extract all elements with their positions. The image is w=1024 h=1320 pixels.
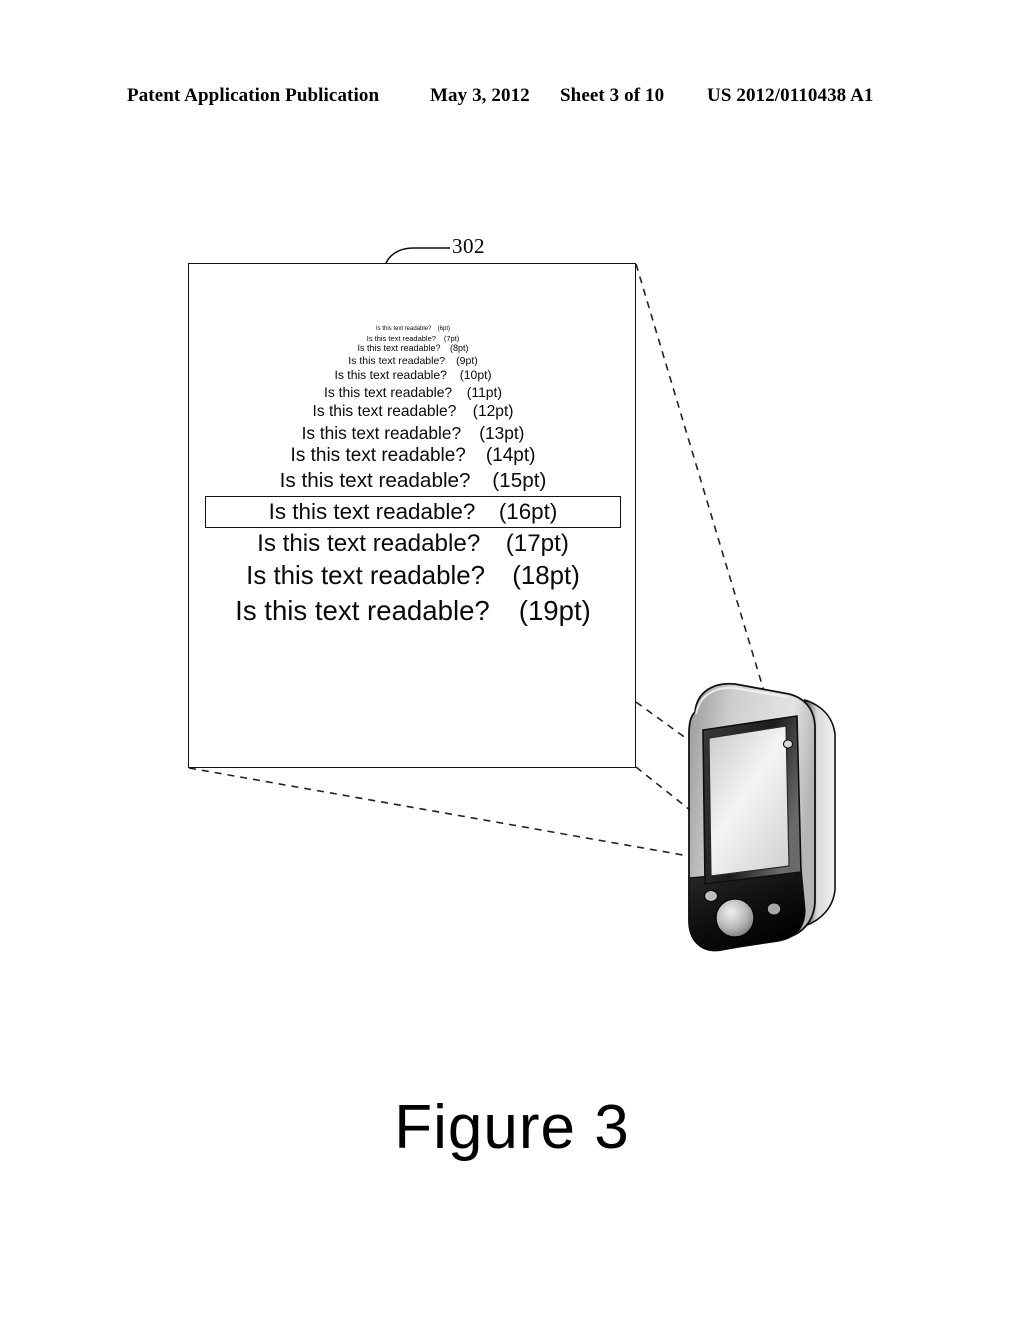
sample-line-selected[interactable]: Is this text readable? (16pt) (205, 495, 621, 529)
sample-line-phrase: Is this text readable? (235, 595, 490, 627)
sample-line-size-label: (14pt) (485, 444, 536, 466)
patent-number: US 2012/0110438 A1 (707, 85, 874, 106)
sample-line-phrase: Is this text readable? (366, 333, 436, 343)
sample-line[interactable]: Is this text readable? (14pt) (289, 444, 538, 468)
sample-line-phrase: Is this text readable? (301, 422, 462, 443)
sample-line-size-label: (9pt) (456, 354, 478, 367)
patent-running-head: Patent Application Publication May 3, 20… (0, 85, 1024, 115)
sample-line[interactable]: Is this text readable? (13pt) (300, 422, 527, 444)
sample-line[interactable]: Is this text readable? (7pt) (365, 334, 462, 344)
sample-line-phrase: Is this text readable? (279, 469, 471, 493)
sample-line-size-label: (13pt) (479, 422, 525, 443)
reference-numeral-302: 302 (452, 234, 485, 258)
sample-line-size-label: (6pt) (437, 326, 450, 332)
sample-line[interactable]: Is this text readable? (15pt) (278, 468, 549, 495)
sample-line-phrase: Is this text readable? (334, 368, 447, 383)
scanned-document-page[interactable]: Is this text readable? (6pt) Is this text … (188, 263, 636, 768)
sample-line[interactable]: Is this text readable? (19pt) (233, 593, 593, 628)
sample-line-size-label: (12pt) (472, 402, 514, 420)
publication-title: Patent Application Publication (127, 85, 380, 106)
sample-line[interactable]: Is this text readable? (9pt) (346, 355, 480, 368)
sample-line-size-label: (16pt) (498, 498, 558, 524)
sample-line-phrase: Is this text readable? (257, 530, 481, 558)
sample-line-size-label: (15pt) (492, 469, 547, 493)
sample-line-phrase: Is this text readable? (357, 343, 441, 354)
device-nav-pad (715, 898, 755, 938)
sample-line-size-label: (8pt) (449, 343, 469, 354)
sample-line[interactable]: Is this text readable? (18pt) (244, 560, 582, 593)
device-screen (708, 725, 790, 877)
sample-line-phrase: Is this text readable? (246, 562, 486, 591)
figure-caption: Figure 3 (394, 1093, 630, 1162)
sample-line-size-label: (11pt) (466, 383, 503, 400)
sample-line-phrase: Is this text readable? (323, 383, 453, 400)
sample-line-phrase: Is this text readable? (290, 444, 466, 466)
sample-line-phrase: Is this text readable? (268, 498, 476, 524)
sample-line-phrase: Is this text readable? (375, 326, 432, 332)
sample-line-size-label: (7pt) (443, 333, 460, 343)
handheld-device[interactable] (655, 672, 855, 962)
readability-text-ladder: Is this text readable? (6pt) Is this text … (189, 326, 637, 629)
sample-line[interactable]: Is this text readable? (6pt) (374, 326, 452, 334)
publication-date: May 3, 2012 (430, 85, 530, 106)
device-indicator-light (782, 739, 794, 749)
sample-line-phrase: Is this text readable? (348, 354, 446, 367)
sample-line-size-label: (17pt) (505, 530, 569, 558)
sample-line-size-label: (10pt) (459, 368, 492, 383)
device-side-button-left (703, 889, 719, 903)
sample-line[interactable]: Is this text readable? (12pt) (310, 402, 515, 422)
sample-line-size-label: (19pt) (518, 595, 591, 627)
sample-line-phrase: Is this text readable? (312, 402, 457, 420)
sample-line[interactable]: Is this text readable? (11pt) (322, 384, 504, 402)
sample-line[interactable]: Is this text readable? (17pt) (255, 529, 571, 560)
device-side-button-right (766, 902, 782, 916)
sample-line[interactable]: Is this text readable? (10pt) (332, 368, 493, 384)
sample-line[interactable]: Is this text readable? (8pt) (355, 343, 470, 355)
sheet-number: Sheet 3 of 10 (560, 85, 665, 106)
sample-line-size-label: (18pt) (512, 562, 580, 591)
